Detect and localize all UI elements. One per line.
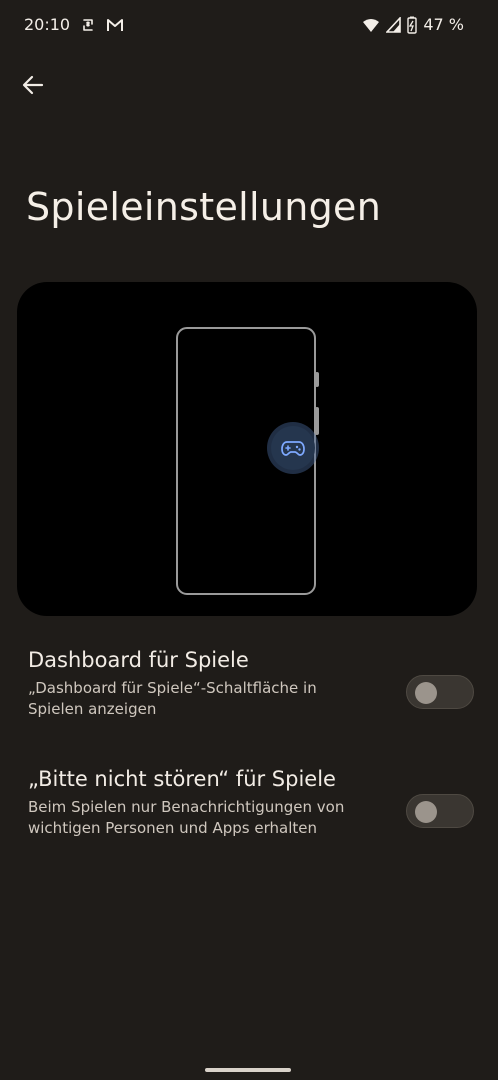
game-dashboard-toggle[interactable] xyxy=(406,675,474,709)
arrow-left-icon xyxy=(22,75,44,95)
game-dashboard-preview xyxy=(17,282,477,616)
back-button[interactable] xyxy=(16,68,50,102)
status-bar: 20:10 47 % xyxy=(0,0,498,52)
setting-game-dashboard[interactable]: Dashboard für Spiele „Dashboard für Spie… xyxy=(28,648,474,720)
setting-title: „Bitte nicht stören“ für Spiele xyxy=(28,767,336,791)
navigation-handle[interactable] xyxy=(205,1068,291,1072)
battery-charging-icon xyxy=(407,16,418,34)
battery-percent: 47 % xyxy=(423,15,464,34)
status-left: 20:10 xyxy=(24,15,124,34)
status-right: 47 % xyxy=(362,15,464,34)
signal-icon xyxy=(386,16,402,33)
do-not-disturb-toggle[interactable] xyxy=(406,794,474,828)
setting-description: „Dashboard für Spiele“-Schaltfläche in S… xyxy=(28,679,317,718)
setting-description: Beim Spielen nur Benachrichtigungen von … xyxy=(28,798,345,837)
phone-side-button-bottom xyxy=(315,407,319,435)
game-controller-icon xyxy=(281,441,305,456)
page-title: Spieleinstellungen xyxy=(26,185,382,229)
gmail-icon xyxy=(106,17,124,33)
wifi-icon xyxy=(362,17,380,33)
setting-title: Dashboard für Spiele xyxy=(28,648,249,672)
status-time: 20:10 xyxy=(24,15,71,34)
toggle-thumb xyxy=(415,801,437,823)
toggle-thumb xyxy=(415,682,437,704)
setting-do-not-disturb[interactable]: „Bitte nicht stören“ für Spiele Beim Spi… xyxy=(28,767,474,839)
sync-icon xyxy=(80,17,96,33)
game-dashboard-bubble xyxy=(271,426,315,470)
phone-side-button-top xyxy=(315,372,319,387)
